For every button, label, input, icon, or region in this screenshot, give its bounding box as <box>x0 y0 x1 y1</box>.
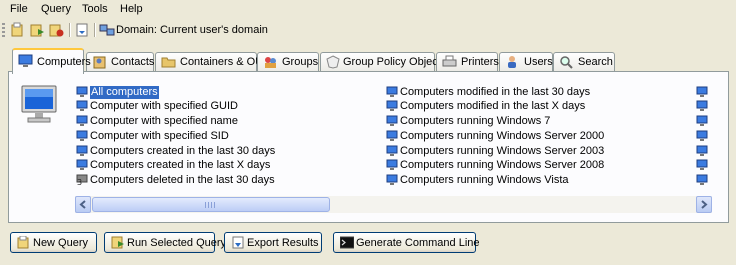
computer-icon <box>696 145 708 157</box>
export-toolbar-icon[interactable] <box>74 22 90 38</box>
horizontal-scrollbar[interactable] <box>75 196 712 213</box>
run-selected-query-button[interactable]: Run Selected Query <box>104 232 226 253</box>
new-query-button[interactable]: New Query <box>10 232 97 253</box>
computer-icon <box>76 145 88 157</box>
computer-icon <box>696 100 708 112</box>
toolbar-separator <box>94 23 96 37</box>
list-item[interactable] <box>696 130 708 143</box>
tab-groups[interactable]: Groups <box>257 52 319 71</box>
scroll-grip-icon <box>205 202 215 208</box>
computer-icon <box>386 145 398 157</box>
computer-icon <box>386 100 398 112</box>
computer-icon <box>386 115 398 127</box>
deleted-computer-icon: 3 <box>76 174 88 187</box>
computer-icon <box>76 100 88 112</box>
scrollbar-thumb[interactable] <box>92 197 330 212</box>
stop-query-toolbar-icon[interactable] <box>48 22 64 38</box>
generate-command-line-button[interactable]: Generate Command Line <box>333 232 480 253</box>
tab-search[interactable]: Search <box>553 52 615 71</box>
computer-large-icon <box>20 84 60 126</box>
computer-icon <box>76 130 88 142</box>
computer-icon <box>696 174 708 186</box>
contact-icon <box>92 55 107 69</box>
computer-icon <box>76 159 88 171</box>
folder-icon <box>161 55 176 69</box>
computer-icon <box>386 130 398 142</box>
tab-users[interactable]: Users <box>499 52 553 71</box>
menu-tools[interactable]: Tools <box>82 3 108 15</box>
menu-query[interactable]: Query <box>41 3 71 15</box>
toolbar: Domain: Current user's domain <box>0 20 736 40</box>
search-icon <box>559 55 574 69</box>
printer-icon <box>442 55 457 69</box>
tab-printers[interactable]: Printers <box>436 52 499 71</box>
menu-help[interactable]: Help <box>120 3 143 15</box>
tab-containers-ous[interactable]: Containers & OUs <box>155 52 269 71</box>
domain-icon[interactable] <box>99 22 115 38</box>
computer-icon <box>696 86 708 98</box>
run-query-toolbar-icon[interactable] <box>29 22 45 38</box>
computer-icon <box>386 159 398 171</box>
computer-icon <box>696 115 708 127</box>
scroll-right-button[interactable] <box>696 196 712 213</box>
scroll-left-button[interactable] <box>75 196 91 213</box>
tab-contacts[interactable]: Contacts <box>86 52 154 71</box>
tab-group-policy-objects[interactable]: Group Policy Objects <box>320 52 446 71</box>
svg-text:3: 3 <box>77 178 82 186</box>
run-query-icon <box>111 236 125 249</box>
export-results-button[interactable]: Export Results <box>224 232 322 253</box>
toolbar-separator <box>69 23 71 37</box>
computer-icon <box>76 115 88 127</box>
export-icon <box>231 236 245 249</box>
list-item[interactable] <box>696 159 708 172</box>
toolbar-grip[interactable] <box>2 23 5 37</box>
computer-icon <box>76 86 88 98</box>
list-item[interactable] <box>696 145 708 158</box>
computer-icon <box>696 130 708 142</box>
domain-label[interactable]: Domain: Current user's domain <box>116 24 268 36</box>
new-query-toolbar-icon[interactable] <box>10 22 26 38</box>
list-item[interactable] <box>696 100 708 113</box>
new-query-icon <box>17 235 31 249</box>
policy-icon <box>326 55 341 69</box>
list-item[interactable] <box>696 86 708 99</box>
tab-computers[interactable]: Computers <box>12 48 91 74</box>
computer-icon <box>386 174 398 186</box>
menu-bar: File Query Tools Help <box>0 0 736 19</box>
computer-icon <box>18 54 33 68</box>
computer-icon <box>386 86 398 98</box>
computer-icon <box>696 159 708 171</box>
menu-file[interactable]: File <box>10 3 28 15</box>
list-item[interactable] <box>696 115 708 128</box>
group-icon <box>263 55 278 69</box>
user-icon <box>505 55 520 69</box>
list-item[interactable] <box>696 174 708 187</box>
command-line-icon <box>339 236 355 249</box>
